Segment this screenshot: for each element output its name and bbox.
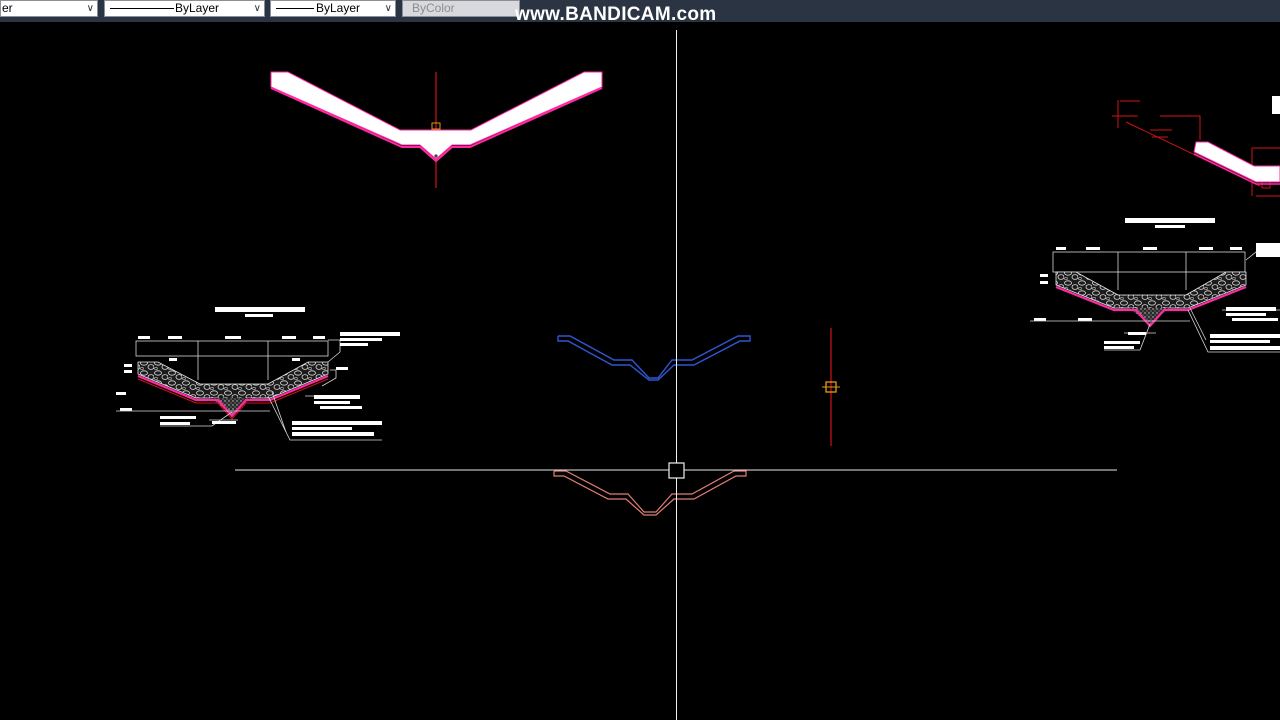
dimension-box xyxy=(1052,251,1246,273)
section-subtitle-bar xyxy=(1155,225,1185,228)
offscreen-label xyxy=(1272,96,1280,114)
section-subtitle-bar xyxy=(245,314,273,317)
channel-profile-preview-salmon[interactable] xyxy=(553,470,747,516)
drawing-canvas[interactable] xyxy=(0,22,1280,720)
chevron-down-icon: ∨ xyxy=(253,3,261,14)
lineweight-dropdown-value: ByLayer xyxy=(316,1,361,15)
drain-point xyxy=(434,154,438,158)
centerline-with-snap[interactable] xyxy=(822,328,840,446)
channel-cross-section-right[interactable] xyxy=(1030,218,1280,353)
channel-profile-preview-blue[interactable] xyxy=(557,335,751,381)
v-channel-section-top[interactable] xyxy=(270,71,603,188)
chevron-down-icon: ∨ xyxy=(86,3,94,14)
dimension-box xyxy=(135,340,329,357)
channel-cross-section-left[interactable] xyxy=(116,307,400,441)
chevron-down-icon: ∨ xyxy=(384,3,392,14)
plotstyle-dropdown-value: ByColor xyxy=(412,1,455,15)
lineweight-preview-line xyxy=(276,8,314,9)
linetype-dropdown[interactable]: ByLayer ∨ xyxy=(104,0,265,17)
layer-dropdown-value: er xyxy=(2,1,13,15)
crosshair-pickbox-icon xyxy=(668,30,685,720)
detail-callout-top-right[interactable] xyxy=(1112,96,1280,197)
linetype-preview-line xyxy=(110,8,174,9)
lineweight-dropdown[interactable]: ByLayer ∨ xyxy=(270,0,396,17)
layer-dropdown[interactable]: er ∨ xyxy=(0,0,98,17)
plotstyle-dropdown: ByColor xyxy=(402,0,520,17)
linetype-dropdown-value: ByLayer xyxy=(175,1,220,15)
properties-toolbar: er ∨ ByLayer ∨ ByLayer ∨ ByColor www.BAN… xyxy=(0,0,1280,25)
section-title-bar xyxy=(1125,218,1215,223)
section-title-bar xyxy=(215,307,305,312)
